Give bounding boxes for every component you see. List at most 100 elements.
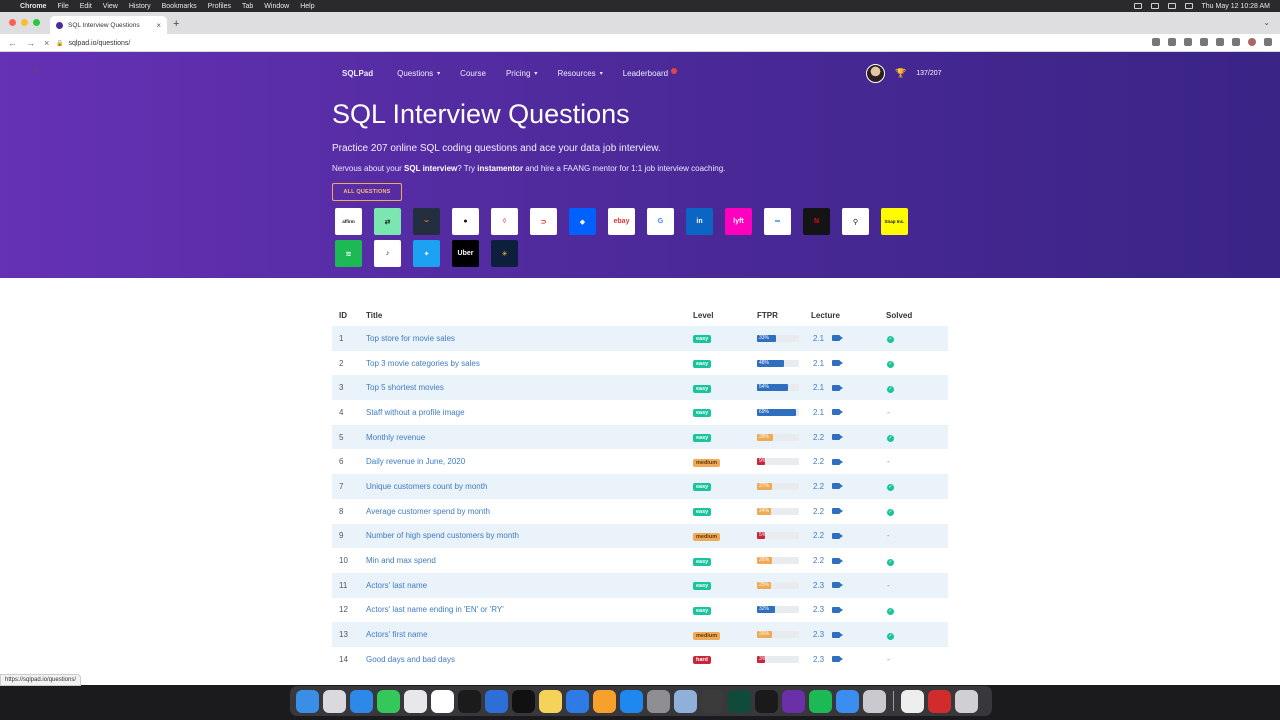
extension-icon[interactable] [1200, 38, 1208, 46]
table-row[interactable]: 12 Actors' last name ending in 'EN' or 'R… [332, 597, 948, 623]
close-tab-icon[interactable]: × [156, 21, 161, 30]
meta-logo[interactable]: ∞ [764, 208, 791, 235]
profile-avatar-icon[interactable] [1248, 38, 1256, 46]
tab-search-icon[interactable]: ⌄ [1263, 18, 1270, 27]
mail-icon[interactable] [836, 689, 859, 713]
menu-app-name[interactable]: Chrome [20, 3, 46, 10]
video-camera-icon[interactable] [832, 434, 844, 441]
instamentor-link[interactable]: instamentor [477, 164, 523, 173]
lyft-logo[interactable]: lyft [725, 208, 752, 235]
back-icon[interactable]: ← [8, 38, 18, 48]
photo-icon[interactable] [863, 689, 886, 713]
robinhood-logo[interactable]: ⚲ [842, 208, 869, 235]
amazon-logo[interactable]: ⌣ [413, 208, 440, 235]
keynote-icon[interactable] [566, 689, 589, 713]
chrome-icon[interactable] [404, 689, 427, 713]
postmates-logo[interactable]: ⇄ [374, 208, 401, 235]
trophy-icon[interactable]: 🏆 [895, 68, 906, 79]
video-camera-icon[interactable] [832, 557, 844, 564]
notes-icon[interactable] [539, 689, 562, 713]
close-window-button[interactable] [9, 19, 16, 26]
airbnb-logo[interactable]: ◊ [491, 208, 518, 235]
lecture-link[interactable]: 2.3 [811, 655, 886, 664]
col-header-id[interactable]: ID [332, 304, 366, 326]
lock-icon[interactable]: 🔒 [56, 40, 63, 47]
netflix-logo[interactable]: N [803, 208, 830, 235]
puzzle-icon[interactable] [1216, 38, 1224, 46]
video-camera-icon[interactable] [832, 631, 844, 638]
more-menu-icon[interactable] [1264, 38, 1272, 46]
question-title-link[interactable]: Unique customers count by month [366, 482, 487, 491]
video-camera-icon[interactable] [832, 656, 844, 663]
menu-history[interactable]: History [129, 3, 151, 10]
linkedin-logo[interactable]: in [686, 208, 713, 235]
video-camera-icon[interactable] [832, 335, 844, 342]
video-camera-icon[interactable] [832, 483, 844, 490]
snap-logo[interactable]: Snap Inc. [881, 208, 908, 235]
menu-bookmarks[interactable]: Bookmarks [162, 3, 197, 10]
tray-icon[interactable] [1133, 3, 1142, 9]
col-header-ftpr[interactable]: FTPR [757, 304, 811, 326]
question-title-link[interactable]: Min and max spend [366, 556, 436, 565]
app-store-icon[interactable] [620, 689, 643, 713]
question-title-link[interactable]: Average customer spend by month [366, 507, 490, 516]
table-row[interactable]: 6 Daily revenue in June, 2020 medium 9% 2.2 - [332, 449, 948, 475]
zoom-window-button[interactable] [33, 19, 40, 26]
uber-logo[interactable]: Uber [452, 240, 479, 267]
wifi-icon[interactable] [1167, 3, 1176, 9]
question-title-link[interactable]: Actors' last name [366, 581, 427, 590]
col-header-level[interactable]: Level [693, 304, 757, 326]
table-row[interactable]: 13 Actors' first name medium 26% 2.3 ✓ [332, 622, 948, 647]
video-camera-icon[interactable] [832, 508, 844, 515]
extension-icon[interactable] [1184, 38, 1192, 46]
google-logo[interactable]: G [647, 208, 674, 235]
menu-edit[interactable]: Edit [80, 3, 92, 10]
lecture-link[interactable]: 2.3 [811, 605, 886, 614]
browser-tab-active[interactable]: SQL Interview Questions × [50, 16, 167, 34]
question-title-link[interactable]: Top 3 movie categories by sales [366, 359, 480, 368]
system-prefs-icon[interactable] [647, 689, 670, 713]
lecture-link[interactable]: 2.1 [811, 359, 886, 368]
lecture-link[interactable]: 2.2 [811, 556, 886, 565]
twitter-logo[interactable]: ✦ [413, 240, 440, 267]
table-row[interactable]: 10 Min and max spend easy 26% 2.2 ✓ [332, 548, 948, 573]
table-row[interactable]: 4 Staff without a profile image easy 69% 2.1… [332, 400, 948, 425]
menu-clock[interactable]: Thu May 12 10:28 AM [1202, 3, 1270, 10]
table-row[interactable]: 11 Actors' last name easy 25% 2.3 - [332, 572, 948, 598]
adobe-icon[interactable] [928, 689, 951, 713]
video-camera-icon[interactable] [832, 360, 844, 367]
ebay-logo[interactable]: ebay [608, 208, 635, 235]
video-camera-icon[interactable] [832, 409, 844, 416]
video-camera-icon[interactable] [832, 384, 844, 391]
question-title-link[interactable]: Number of high spend customers by month [366, 531, 519, 540]
battery-icon[interactable] [1184, 3, 1193, 9]
lecture-link[interactable]: 2.1 [811, 383, 886, 392]
col-header-lecture[interactable]: Lecture [811, 304, 886, 326]
lecture-link[interactable]: 2.2 [811, 531, 886, 540]
nav-resources[interactable]: Resources ▾ [557, 69, 602, 78]
table-row[interactable]: 9 Number of high spend customers by month… [332, 523, 948, 549]
r-icon[interactable] [674, 689, 697, 713]
minimize-window-button[interactable] [21, 19, 28, 26]
table-row[interactable]: 2 Top 3 movie categories by sales easy 48% 2… [332, 350, 948, 376]
nav-leaderboard[interactable]: Leaderboard [623, 67, 678, 78]
iterm-icon[interactable] [755, 689, 778, 713]
lecture-link[interactable]: 2.3 [811, 581, 886, 590]
messages-icon[interactable] [377, 689, 400, 713]
finder-icon[interactable] [296, 689, 319, 713]
lecture-link[interactable]: 2.3 [811, 630, 886, 639]
table-row[interactable]: 5 Monthly revenue easy 29% 2.2 ✓ [332, 424, 948, 450]
video-camera-icon[interactable] [832, 582, 844, 589]
table-row[interactable]: 3 Top 5 shortest movies easy 54% 2.1 ✓ [332, 375, 948, 401]
user-avatar[interactable] [866, 64, 885, 83]
address-bar[interactable]: 🔒 sqlpad.io/questions/ [56, 37, 1146, 49]
share-icon[interactable] [1152, 38, 1160, 46]
menu-view[interactable]: View [103, 3, 118, 10]
safari-icon[interactable] [350, 689, 373, 713]
question-title-link[interactable]: Staff without a profile image [366, 408, 465, 417]
question-title-link[interactable]: Top store for movie sales [366, 334, 455, 343]
walmart-logo[interactable]: ✳ [491, 240, 518, 267]
xcode-icon[interactable] [485, 689, 508, 713]
brand-link[interactable]: SQLPad [342, 69, 373, 78]
forward-icon[interactable]: → [26, 38, 36, 48]
